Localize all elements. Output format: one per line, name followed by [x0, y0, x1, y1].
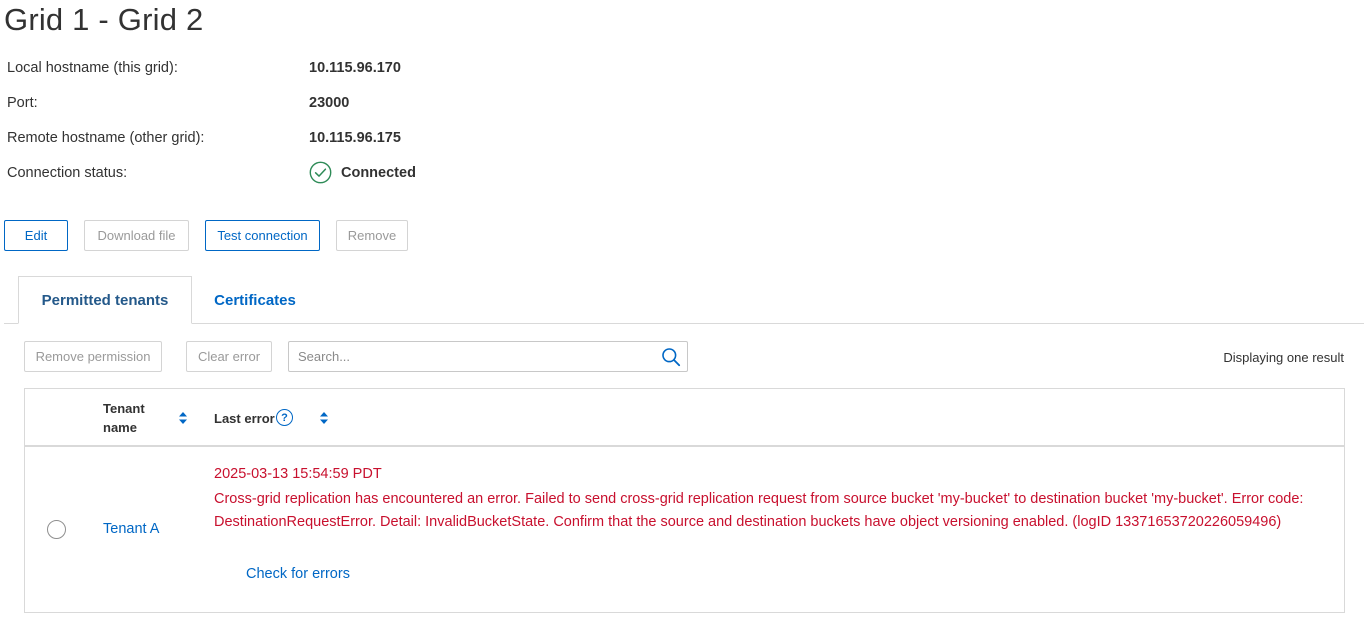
connection-status: Connected	[309, 161, 416, 184]
tab-permitted-tenants[interactable]: Permitted tenants	[18, 276, 192, 324]
search-icon[interactable]	[661, 347, 681, 367]
local-hostname-value: 10.115.96.170	[309, 60, 401, 76]
port-value: 23000	[309, 95, 350, 111]
sort-icon[interactable]	[319, 411, 329, 425]
search-input[interactable]	[289, 342, 649, 371]
search-box	[288, 341, 688, 372]
connection-status-label: Connection status:	[7, 165, 128, 181]
tab-certificates[interactable]: Certificates	[192, 276, 318, 324]
remove-button[interactable]: Remove	[336, 220, 408, 251]
error-message: Cross-grid replication has encountered a…	[214, 491, 1304, 530]
test-connection-button[interactable]: Test connection	[205, 220, 320, 251]
edit-button[interactable]: Edit	[4, 220, 68, 251]
sort-icon[interactable]	[178, 411, 188, 425]
connection-status-value: Connected	[341, 164, 416, 181]
table-header: Tenant name Last error ?	[25, 389, 1344, 447]
row-select-radio[interactable]	[47, 520, 66, 539]
remote-hostname-label: Remote hostname (other grid):	[7, 130, 205, 146]
result-count: Displaying one result	[1223, 350, 1344, 365]
page-title: Grid 1 - Grid 2	[4, 2, 204, 37]
error-timestamp: 2025-03-13 15:54:59 PDT	[214, 466, 382, 482]
local-hostname-label: Local hostname (this grid):	[7, 60, 178, 76]
check-circle-icon	[309, 161, 332, 184]
help-icon[interactable]: ?	[276, 409, 293, 426]
tenant-name-link[interactable]: Tenant A	[103, 521, 159, 537]
check-for-errors-link[interactable]: Check for errors	[246, 566, 350, 582]
page: Grid 1 - Grid 2 Local hostname (this gri…	[0, 0, 1370, 626]
remove-permission-button[interactable]: Remove permission	[24, 341, 162, 372]
download-file-button[interactable]: Download file	[84, 220, 189, 251]
remote-hostname-value: 10.115.96.175	[309, 130, 401, 146]
clear-error-button[interactable]: Clear error	[186, 341, 272, 372]
column-header-tenant-name: Tenant name	[103, 401, 145, 435]
port-label: Port:	[7, 95, 38, 111]
column-header-last-error: Last error	[214, 411, 275, 426]
tenants-table: Tenant name Last error ? Tenant A 2025-0…	[24, 388, 1345, 613]
